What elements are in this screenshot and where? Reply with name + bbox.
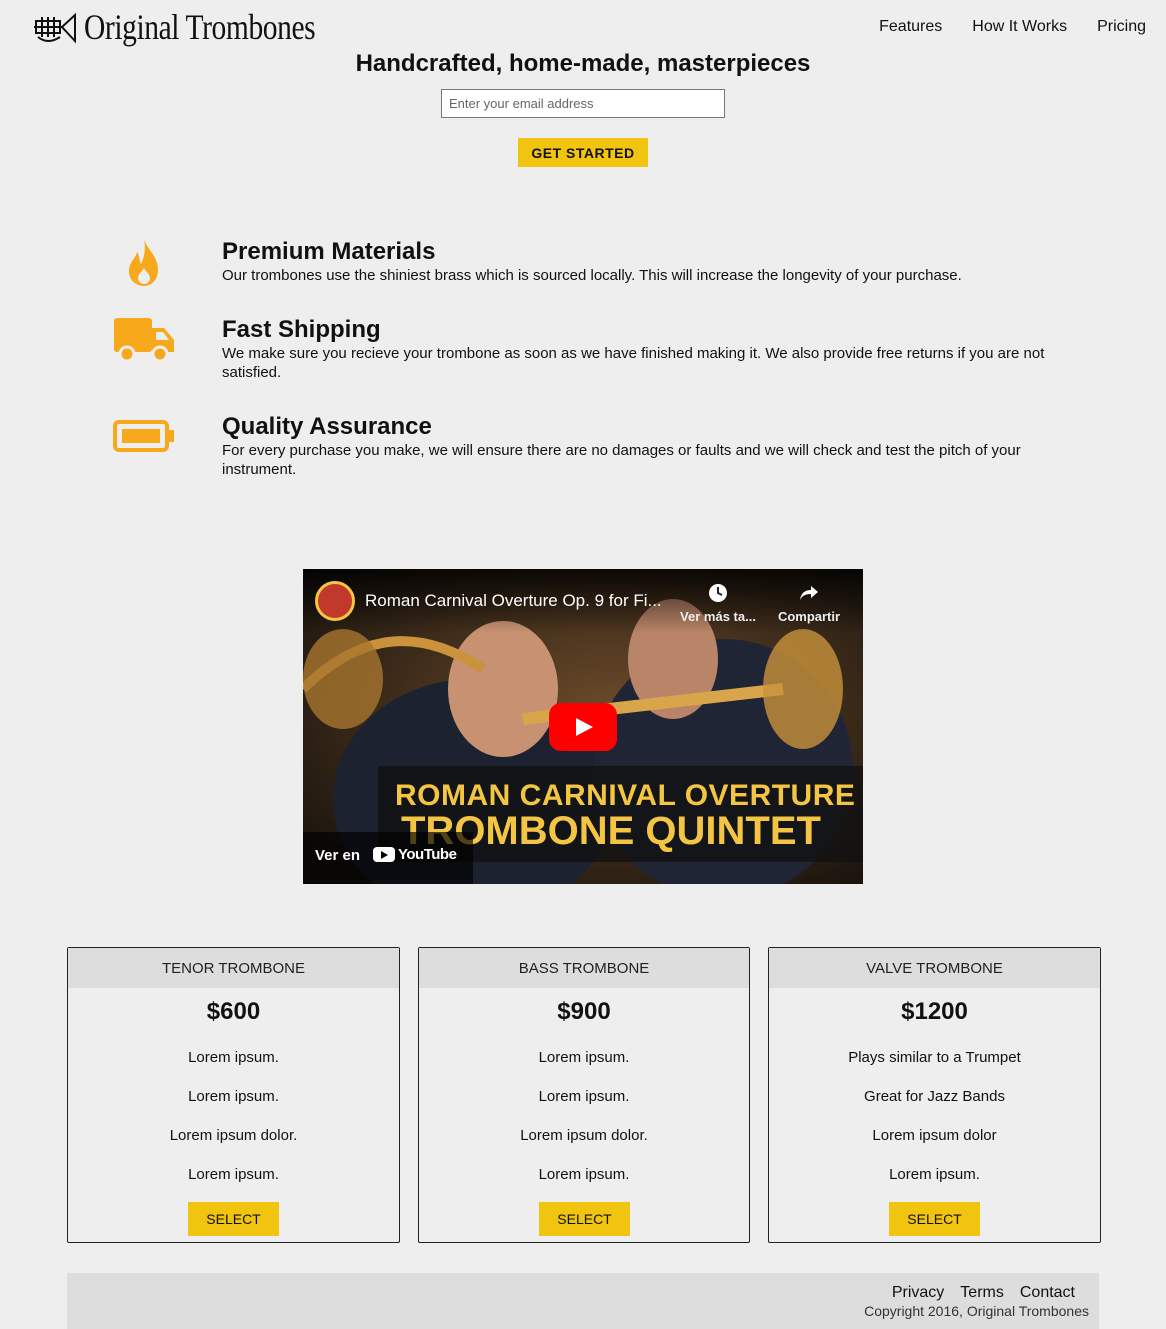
- select-valve-button[interactable]: SELECT: [889, 1202, 980, 1236]
- clock-icon: [709, 584, 727, 602]
- share-button[interactable]: Compartir: [777, 583, 841, 624]
- plan-feature: Lorem ipsum.: [538, 1166, 630, 1183]
- youtube-logo: YouTube: [373, 846, 457, 863]
- select-tenor-button[interactable]: SELECT: [188, 1202, 279, 1236]
- plan-feature: Lorem ipsum dolor.: [169, 1127, 298, 1144]
- pricing-card-valve: VALVE TROMBONE $1200 Plays similar to a …: [768, 947, 1101, 1243]
- plan-name: TENOR TROMBONE: [68, 948, 399, 988]
- privacy-link[interactable]: Privacy: [892, 1284, 944, 1302]
- channel-avatar-icon[interactable]: [315, 581, 355, 621]
- video-embed[interactable]: Roman Carnival Overture Op. 9 for Fi... …: [303, 569, 863, 884]
- feature-title: Fast Shipping: [222, 316, 381, 343]
- feature-text: We make sure you recieve your trombone a…: [222, 345, 1045, 381]
- plan-features: Lorem ipsum. Lorem ipsum. Lorem ipsum do…: [68, 1038, 399, 1194]
- plan-feature: Lorem ipsum dolor.: [520, 1127, 648, 1144]
- brand-logo[interactable]: Original Trombones: [32, 6, 366, 48]
- plan-feature: Lorem ipsum.: [188, 1049, 279, 1066]
- pricing-card-tenor: TENOR TROMBONE $600 Lorem ipsum. Lorem i…: [67, 947, 400, 1243]
- share-label: Compartir: [777, 609, 841, 624]
- video-title[interactable]: Roman Carnival Overture Op. 9 for Fi...: [365, 591, 662, 611]
- plan-feature: Lorem ipsum.: [188, 1088, 279, 1105]
- plan-price: $600: [206, 998, 261, 1025]
- feature-title: Quality Assurance: [222, 413, 432, 440]
- pricing-card-bass: BASS TROMBONE $900 Lorem ipsum. Lorem ip…: [418, 947, 750, 1243]
- youtube-wordmark: YouTube: [398, 846, 457, 863]
- main-nav: Features How It Works Pricing: [879, 18, 1146, 36]
- plan-feature: Lorem ipsum dolor: [872, 1127, 997, 1144]
- feature-title: Premium Materials: [222, 238, 436, 265]
- video-banner-line1: ROMAN CARNIVAL OVERTURE: [395, 779, 856, 812]
- battery-icon: [113, 420, 174, 452]
- nav-features-link[interactable]: Features: [879, 18, 942, 36]
- youtube-icon: [373, 847, 395, 862]
- contact-link[interactable]: Contact: [1020, 1284, 1075, 1302]
- plan-price: $900: [557, 998, 611, 1025]
- footer-links: Privacy Terms Contact: [892, 1284, 1075, 1302]
- footer: Privacy Terms Contact Copyright 2016, Or…: [67, 1273, 1099, 1329]
- plan-features: Lorem ipsum. Lorem ipsum. Lorem ipsum do…: [419, 1038, 749, 1194]
- hero-title: Handcrafted, home-made, masterpieces: [355, 50, 811, 77]
- nav-pricing-link[interactable]: Pricing: [1097, 18, 1146, 36]
- share-icon: [800, 586, 818, 600]
- plan-name: VALVE TROMBONE: [769, 948, 1100, 988]
- watch-on-youtube-button[interactable]: Ver en YouTube: [303, 832, 473, 884]
- plan-feature: Lorem ipsum.: [889, 1166, 980, 1183]
- plan-feature: Lorem ipsum.: [538, 1049, 630, 1066]
- brand-name: Original Trombones: [84, 7, 316, 47]
- watch-later-label: Ver más ta...: [680, 609, 756, 624]
- fire-icon: [128, 239, 158, 286]
- plan-feature: Great for Jazz Bands: [864, 1088, 1005, 1105]
- terms-link[interactable]: Terms: [960, 1284, 1004, 1302]
- feature-text: For every purchase you make, we will ens…: [222, 442, 1021, 478]
- plan-feature: Plays similar to a Trumpet: [848, 1049, 1021, 1066]
- email-input[interactable]: [441, 89, 725, 118]
- plan-features: Plays similar to a Trumpet Great for Jaz…: [769, 1038, 1100, 1194]
- play-button[interactable]: [549, 703, 617, 751]
- nav-how-it-works-link[interactable]: How It Works: [972, 18, 1067, 36]
- watch-on-label: Ver en: [315, 847, 361, 864]
- select-bass-button[interactable]: SELECT: [539, 1202, 630, 1236]
- get-started-button[interactable]: GET STARTED: [518, 138, 648, 167]
- plan-price: $1200: [901, 998, 968, 1025]
- copyright: Copyright 2016, Original Trombones: [864, 1303, 1089, 1319]
- plan-feature: Lorem ipsum.: [538, 1088, 630, 1105]
- plan-feature: Lorem ipsum.: [188, 1166, 279, 1183]
- plan-name: BASS TROMBONE: [419, 948, 749, 988]
- watch-later-button[interactable]: Ver más ta...: [678, 583, 758, 624]
- feature-text: Our trombones use the shiniest brass whi…: [222, 267, 962, 284]
- trumpet-logo-icon: [34, 12, 76, 44]
- truck-icon: [114, 318, 174, 363]
